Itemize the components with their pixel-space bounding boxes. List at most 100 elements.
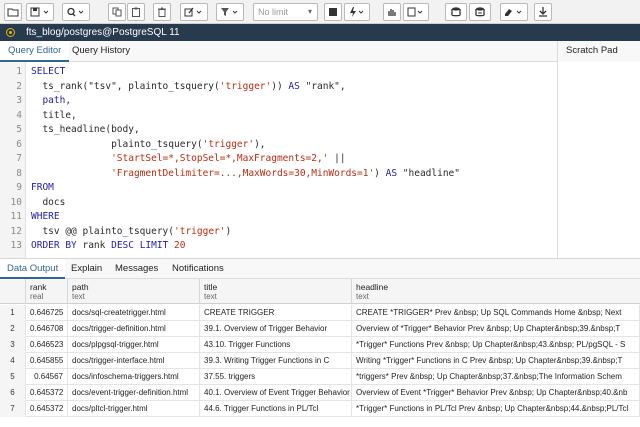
table-row[interactable]: 4 0.645855 docs/trigger-interface.html 39.3… (0, 353, 640, 369)
table-row[interactable]: 1 0.646725 docs/sql-createtrigger.html CREA… (0, 305, 640, 321)
cell-rank[interactable]: 0.646523 (26, 337, 68, 353)
cell-headline[interactable]: *triggers* Prev &nbsp; Up Chapter&nbsp;3… (352, 369, 640, 385)
delete-icon[interactable] (153, 3, 171, 21)
sql-token: "headline" (397, 167, 460, 179)
cell-path[interactable]: docs/event-trigger-definition.html (68, 385, 200, 401)
cell-path[interactable]: docs/plpgsql-trigger.html (68, 337, 200, 353)
cell-rank[interactable]: 0.64567 (26, 369, 68, 385)
cell-title[interactable]: 44.6. Trigger Functions in PL/Tcl (200, 401, 352, 417)
tab-query-history[interactable]: Query History (64, 41, 138, 62)
line-number: 4 (16, 109, 22, 121)
table-row[interactable]: 2 0.646708 docs/trigger-definition.html 39.… (0, 321, 640, 337)
cell-headline[interactable]: Overview of *Trigger* Behavior Prev &nbs… (352, 321, 640, 337)
data-output-grid: rank real path text title text headline … (0, 279, 640, 427)
cell-headline[interactable]: Writing *Trigger* Functions in C Prev &n… (352, 353, 640, 369)
row-number[interactable]: 7 (0, 401, 26, 417)
sql-token: ) (374, 167, 386, 179)
edit-icon[interactable] (180, 3, 208, 21)
code-line: 4 title, (0, 109, 557, 124)
sql-editor[interactable]: 1 SELECT 2 ts_rank("tsv", plainto_tsquery(… (0, 62, 557, 258)
tab-query-editor[interactable]: Query Editor (0, 41, 70, 62)
cell-rank[interactable]: 0.646725 (26, 305, 68, 321)
row-number[interactable]: 1 (0, 305, 26, 321)
folder-open-icon[interactable] (4, 3, 22, 21)
column-header-path[interactable]: path text (68, 279, 200, 304)
cell-path[interactable]: docs/sql-createtrigger.html (68, 305, 200, 321)
cell-rank[interactable]: 0.645372 (26, 385, 68, 401)
row-number[interactable]: 6 (0, 385, 26, 401)
scratch-pad[interactable] (557, 62, 640, 258)
row-number[interactable]: 5 (0, 369, 26, 385)
table-row[interactable]: 6 0.645372 docs/event-trigger-definition.h… (0, 385, 640, 401)
line-number: 9 (16, 182, 22, 193)
line-number: 5 (16, 124, 22, 135)
code-text: ORDER BY rank DESC LIMIT 20 (31, 239, 185, 254)
row-number[interactable]: 2 (0, 321, 26, 337)
table-row[interactable]: 3 0.646523 docs/plpgsql-trigger.html 43.10.… (0, 337, 640, 353)
sql-token: ), (254, 138, 266, 150)
cell-path[interactable]: docs/infoschema-triggers.html (68, 369, 200, 385)
filter-icon[interactable] (216, 3, 244, 21)
explain-analyze-icon[interactable] (403, 3, 429, 21)
sql-string: 'trigger' (202, 138, 255, 150)
cell-rank[interactable]: 0.646708 (26, 321, 68, 337)
cell-title[interactable]: 43.10. Trigger Functions (200, 337, 352, 353)
copy-icon[interactable] (108, 3, 126, 21)
code-text: ts_rank("tsv", plainto_tsquery('trigger'… (31, 80, 345, 95)
explain-icon[interactable] (383, 3, 401, 21)
cell-rank[interactable]: 0.645372 (26, 401, 68, 417)
cell-title[interactable]: CREATE TRIGGER (200, 305, 352, 321)
tab-notifications[interactable]: Notifications (165, 259, 231, 279)
cell-rank[interactable]: 0.645855 (26, 353, 68, 369)
column-header-title[interactable]: title text (200, 279, 352, 304)
cell-title[interactable]: 40.1. Overview of Event Trigger Behavior (200, 385, 352, 401)
download-icon[interactable] (534, 3, 552, 21)
line-number: 6 (16, 138, 22, 150)
row-number[interactable]: 4 (0, 353, 26, 369)
sql-string: 'trigger' (219, 80, 272, 92)
column-type: text (204, 292, 217, 301)
sql-string: 'trigger' (174, 225, 226, 237)
limit-select[interactable]: No limit ▾ (253, 3, 318, 21)
cell-title[interactable]: 39.3. Writing Trigger Functions in C (200, 353, 352, 369)
tab-messages[interactable]: Messages (108, 259, 165, 279)
column-header-rank[interactable]: rank real (26, 279, 68, 304)
sql-token: title, (31, 109, 77, 121)
execute-icon[interactable] (344, 3, 370, 21)
code-text: tsv @@ plainto_tsquery('trigger') (31, 225, 231, 240)
tab-data-output[interactable]: Data Output (0, 259, 66, 279)
row-number[interactable]: 3 (0, 337, 26, 353)
column-name: title (204, 282, 218, 292)
cell-headline[interactable]: *Trigger* Functions in PL/Tcl Prev &nbsp… (352, 401, 640, 417)
find-icon[interactable] (62, 3, 90, 21)
clear-icon[interactable] (500, 3, 528, 21)
commit-icon[interactable] (445, 3, 467, 21)
row-number-header (0, 279, 26, 304)
code-text: docs (31, 196, 65, 211)
line-number: 11 (10, 211, 22, 222)
cell-headline[interactable]: *Trigger* Functions Prev &nbsp; Up Chapt… (352, 337, 640, 353)
tab-explain[interactable]: Explain (64, 259, 109, 279)
grid-header: rank real path text title text headline … (0, 279, 640, 304)
column-name: headline (356, 282, 389, 292)
line-number: 12 (10, 225, 22, 237)
cell-title[interactable]: 39.1. Overview of Trigger Behavior (200, 321, 352, 337)
cell-title[interactable]: 37.55. triggers (200, 369, 352, 385)
rollback-icon[interactable] (469, 3, 491, 21)
cell-path[interactable]: docs/pltcl-trigger.html (68, 401, 200, 417)
column-header-headline[interactable]: headline text (352, 279, 640, 304)
code-text: plainto_tsquery('trigger'), (31, 138, 266, 153)
paste-icon[interactable] (127, 3, 145, 21)
scratch-pad-title[interactable]: Scratch Pad (557, 41, 640, 62)
table-row[interactable]: 5 0.64567 docs/infoschema-triggers.html 37.… (0, 369, 640, 385)
sql-token: )) (271, 80, 289, 92)
cell-path[interactable]: docs/trigger-definition.html (68, 321, 200, 337)
table-row[interactable]: 7 0.645372 docs/pltcl-trigger.html 44.6. Tr… (0, 401, 640, 417)
cell-headline[interactable]: Overview of Event *Trigger* Behavior Pre… (352, 385, 640, 401)
save-icon[interactable] (26, 3, 54, 21)
cell-headline[interactable]: CREATE *TRIGGER* Prev &nbsp; Up SQL Comm… (352, 305, 640, 321)
code-line: 5 ts_headline(body, (0, 123, 557, 138)
code-text: 'StartSel=*,StopSel=*,MaxFragments=2,' |… (31, 152, 346, 167)
stop-icon[interactable] (324, 3, 342, 21)
cell-path[interactable]: docs/trigger-interface.html (68, 353, 200, 369)
